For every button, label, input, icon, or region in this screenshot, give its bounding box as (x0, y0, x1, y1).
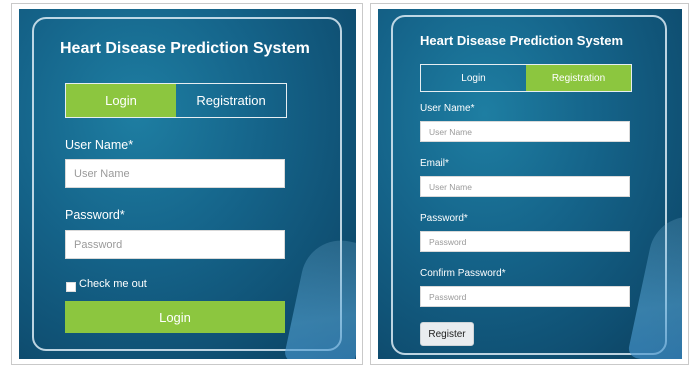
password-label: Password* (65, 208, 125, 222)
page-title: Heart Disease Prediction System (420, 33, 624, 48)
username-input[interactable]: User Name (65, 159, 285, 188)
email-label: Email* (420, 158, 449, 169)
confirm-password-label: Confirm Password* (420, 268, 506, 279)
page-title: Heart Disease Prediction System (60, 40, 310, 57)
register-button[interactable]: Register (420, 322, 474, 346)
username-label: User Name* (420, 103, 475, 114)
username-label: User Name* (65, 138, 134, 152)
remember-checkbox[interactable] (66, 282, 76, 292)
remember-label: Check me out (79, 278, 147, 290)
password-input[interactable]: Password (420, 231, 630, 252)
tab-login[interactable]: Login (66, 84, 176, 117)
tab-registration[interactable]: Registration (176, 84, 286, 117)
tab-registration[interactable]: Registration (526, 65, 631, 91)
login-screen: Heart Disease Prediction System Login Re… (19, 9, 356, 359)
login-screenshot-frame: Heart Disease Prediction System Login Re… (11, 3, 363, 365)
registration-screenshot-frame: Heart Disease Prediction System Login Re… (370, 3, 689, 365)
email-input[interactable]: User Name (420, 176, 630, 197)
password-label: Password* (420, 213, 468, 224)
password-input[interactable]: Password (65, 230, 285, 259)
confirm-password-input[interactable]: Password (420, 286, 630, 307)
registration-screen: Heart Disease Prediction System Login Re… (378, 9, 682, 359)
login-button[interactable]: Login (65, 301, 285, 333)
username-input[interactable]: User Name (420, 121, 630, 142)
auth-tabs: Login Registration (420, 64, 632, 92)
auth-tabs: Login Registration (65, 83, 287, 118)
tab-login[interactable]: Login (421, 65, 526, 91)
